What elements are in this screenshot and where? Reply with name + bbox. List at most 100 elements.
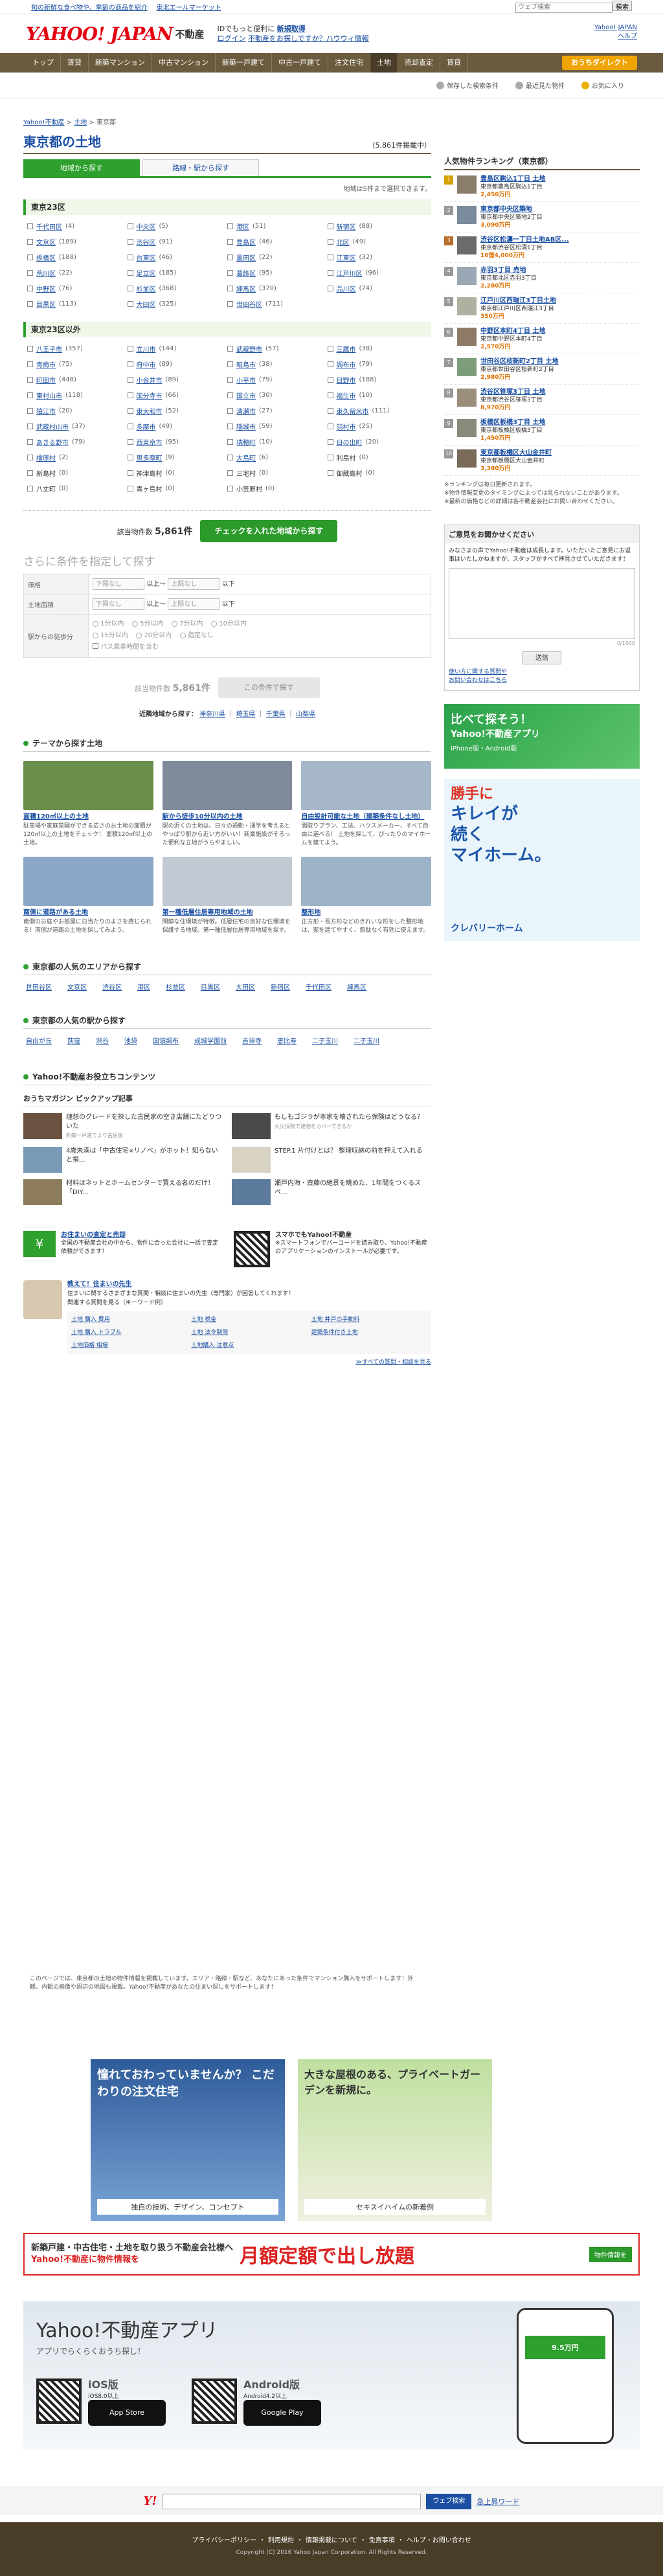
bottom-search-button[interactable]: ウェブ検索 xyxy=(426,2493,472,2509)
area-checkbox[interactable] xyxy=(227,424,233,429)
area-name[interactable]: 多摩市 xyxy=(137,422,156,431)
station-chip[interactable]: 二子玉川 xyxy=(312,1035,338,1045)
bus-checkbox[interactable]: バス乗車時間を含む xyxy=(93,643,159,651)
gnav-lease[interactable]: 賃貸 xyxy=(440,53,468,73)
area-checkbox[interactable] xyxy=(327,346,333,352)
walk-7[interactable]: 7分以内 xyxy=(172,620,203,627)
qa-link[interactable]: 教えて！住まいの先生 xyxy=(67,1280,431,1289)
area-name[interactable]: 清瀬市 xyxy=(236,406,256,416)
area-checkbox[interactable] xyxy=(127,486,133,491)
area-min-select[interactable]: 下限なし xyxy=(93,598,144,610)
theme-title[interactable]: 自由設計可能な土地（建築条件なし土地） xyxy=(301,813,431,821)
area-name[interactable]: 台東区 xyxy=(137,253,156,262)
ranking-item[interactable]: 4 赤羽3丁目 売地 東京都北区赤羽3丁目 2,280万円 xyxy=(444,267,640,293)
area-checkbox[interactable] xyxy=(127,361,133,367)
area-name[interactable]: 渋谷区 xyxy=(137,237,156,247)
area-name[interactable]: あきる野市 xyxy=(36,437,69,447)
search-by-area-button[interactable]: チェックを入れた地域から探す xyxy=(200,520,338,542)
nearby-saitama[interactable]: 埼玉県 xyxy=(236,711,255,718)
trending-link[interactable]: 急上昇ワード xyxy=(477,2496,519,2507)
login-link[interactable]: ログイン xyxy=(218,34,246,43)
app-store-button[interactable]: App Store xyxy=(88,2400,166,2426)
qa-keyword[interactable]: 土地価格 相場 xyxy=(71,1341,187,1350)
top-link-2[interactable]: 東北エールマーケット xyxy=(157,5,221,12)
area-chip[interactable]: 新宿区 xyxy=(271,982,290,991)
signup-link[interactable]: 新規取得 xyxy=(277,25,306,33)
theme-title[interactable]: 駅から徒歩10分以内の土地 xyxy=(163,813,293,821)
station-chip[interactable]: 吉祥寺 xyxy=(242,1035,262,1045)
area-checkbox[interactable] xyxy=(127,239,133,245)
area-checkbox[interactable] xyxy=(127,392,133,398)
area-name[interactable]: 世田谷区 xyxy=(236,299,262,309)
area-checkbox[interactable] xyxy=(327,439,333,445)
area-name[interactable]: 江戸川区 xyxy=(337,268,363,278)
area-checkbox[interactable] xyxy=(227,239,233,245)
ranking-title[interactable]: 豊島区駒込1丁目 土地 xyxy=(480,175,545,183)
theme-card[interactable]: 自由設計可能な土地（建築条件なし土地） 間取りプラン、工法、ハウスメーカー、すべて… xyxy=(301,761,431,848)
area-name[interactable]: 小平市 xyxy=(236,375,256,385)
help-contact-link[interactable]: ヘルプ・お問い合わせ xyxy=(407,2537,471,2544)
area-checkbox[interactable] xyxy=(127,346,133,352)
walk-1[interactable]: 1分以内 xyxy=(93,620,124,627)
cleverly-ad[interactable]: 勝手に キレイが 続く マイホーム。 クレバリーホーム xyxy=(444,779,640,941)
area-name[interactable]: 葛飾区 xyxy=(236,268,256,278)
ranking-item[interactable]: 10 東京都板橋区大山金井町 東京都板橋区大山金井町 3,380万円 xyxy=(444,449,640,476)
station-chip[interactable]: 荻窪 xyxy=(67,1035,80,1045)
theme-card[interactable]: 第一種低層住居専用地域の土地 閑静な住環境が特徴。低層住宅の良好な住環境を保護する… xyxy=(162,857,293,935)
gnav-land[interactable]: 土地 xyxy=(370,53,398,73)
article-item[interactable]: 材料はネットとホームセンターで買える名のだけ！「DIY... xyxy=(23,1179,223,1205)
area-name[interactable]: 墨田区 xyxy=(236,253,256,262)
google-play-button[interactable]: Google Play xyxy=(243,2400,321,2426)
area-checkbox[interactable] xyxy=(127,439,133,445)
area-checkbox[interactable] xyxy=(127,301,133,307)
ranking-title[interactable]: 渋谷区笹塚3丁目 土地 xyxy=(480,389,545,396)
area-checkbox[interactable] xyxy=(127,455,133,460)
area-checkbox[interactable] xyxy=(227,408,233,414)
area-name[interactable]: 練馬区 xyxy=(236,284,256,293)
ranking-item[interactable]: 7 世田谷区桜新町2丁目 土地 東京都世田谷区桜新町2丁目 2,980万円 xyxy=(444,358,640,385)
custom-house-ad[interactable]: 憧れておわっていませんか？ こだわりの注文住宅 独自の技術、デザイン、コンセプト xyxy=(91,2059,285,2221)
search-by-condition-button[interactable]: この条件で探す xyxy=(218,677,320,698)
theme-title[interactable]: 整形地 xyxy=(301,909,431,917)
nearby-chiba[interactable]: 千葉県 xyxy=(266,711,286,718)
article-item[interactable]: 4歳未満は「中古住宅×リノベ」がホット！知らないと損... xyxy=(23,1147,223,1173)
sekisui-ad[interactable]: 大きな屋根のある、プライベートガーデンを新規に。 セキスイハイムの新着例 xyxy=(298,2059,492,2221)
station-chip[interactable]: 恵比寿 xyxy=(277,1035,297,1045)
area-checkbox[interactable] xyxy=(227,361,233,367)
faq-link-2[interactable]: お問い合わせはこちら xyxy=(449,677,635,685)
ouchi-direct-button[interactable]: おうちダイレクト xyxy=(562,56,637,70)
area-name[interactable]: 板橋区 xyxy=(36,253,56,262)
crumb-home[interactable]: Yahoo!不動産 xyxy=(23,119,64,126)
theme-card[interactable]: 整形地 正方形・長方形などのきれいな形をした整形地は、家を建てやすく、無駄なく有効… xyxy=(301,857,431,935)
area-name[interactable]: 中野区 xyxy=(36,284,56,293)
area-checkbox[interactable] xyxy=(227,486,233,491)
area-checkbox[interactable] xyxy=(227,286,233,291)
area-name[interactable]: 稲城市 xyxy=(236,422,256,431)
area-checkbox[interactable] xyxy=(27,254,33,260)
article-title[interactable]: もしもゴジラが本家を壊されたら保険はどうなる？ xyxy=(275,1113,423,1122)
area-checkbox[interactable] xyxy=(227,270,233,276)
station-chip[interactable]: 渋谷 xyxy=(96,1035,109,1045)
faq-link-1[interactable]: 使い方に関する質問や xyxy=(449,668,635,677)
qa-keyword[interactable]: 土地購入 注意点 xyxy=(191,1341,307,1350)
ranking-title[interactable]: 板橋区板橋3丁目 土地 xyxy=(480,419,545,427)
agent-banner[interactable]: 新築戸建・中古住宅・土地を取り扱う不動産会社様へ Yahoo!不動産に物件情報を … xyxy=(23,2233,640,2276)
area-name[interactable]: 西東京市 xyxy=(137,437,163,447)
top-link-1[interactable]: 旬の新鮮な食べ物や、季節の商品を紹介 xyxy=(31,5,148,12)
area-checkbox[interactable] xyxy=(327,361,333,367)
area-name[interactable]: 港区 xyxy=(236,221,249,231)
area-name[interactable]: 狛江市 xyxy=(36,406,56,416)
area-checkbox[interactable] xyxy=(127,470,133,476)
walk-15[interactable]: 15分以内 xyxy=(93,632,128,639)
area-name[interactable]: 府中市 xyxy=(137,359,156,369)
article-title[interactable]: STEP.1 片付けとは？ 整理収納の前を押えて入れる xyxy=(275,1147,423,1156)
article-item[interactable]: もしもゴジラが本家を壊されたら保険はどうなる？ 火災保険で建物をカバーできるか xyxy=(232,1113,431,1140)
qa-keyword[interactable]: 建築条件付き土地 xyxy=(311,1328,427,1337)
theme-card[interactable]: 面積120㎡以上の土地 駐車場や家庭菜園ができる広さのお土地の面積が120㎡以上の… xyxy=(23,761,153,848)
area-name[interactable]: 荒川区 xyxy=(36,268,56,278)
area-name[interactable]: 立川市 xyxy=(137,344,156,354)
gnav-used-house[interactable]: 中古一戸建て xyxy=(272,53,328,73)
area-name[interactable]: 東大和市 xyxy=(137,406,163,416)
area-name[interactable]: 千代田区 xyxy=(36,221,62,231)
tab-area[interactable]: 地域から探す xyxy=(23,159,140,176)
